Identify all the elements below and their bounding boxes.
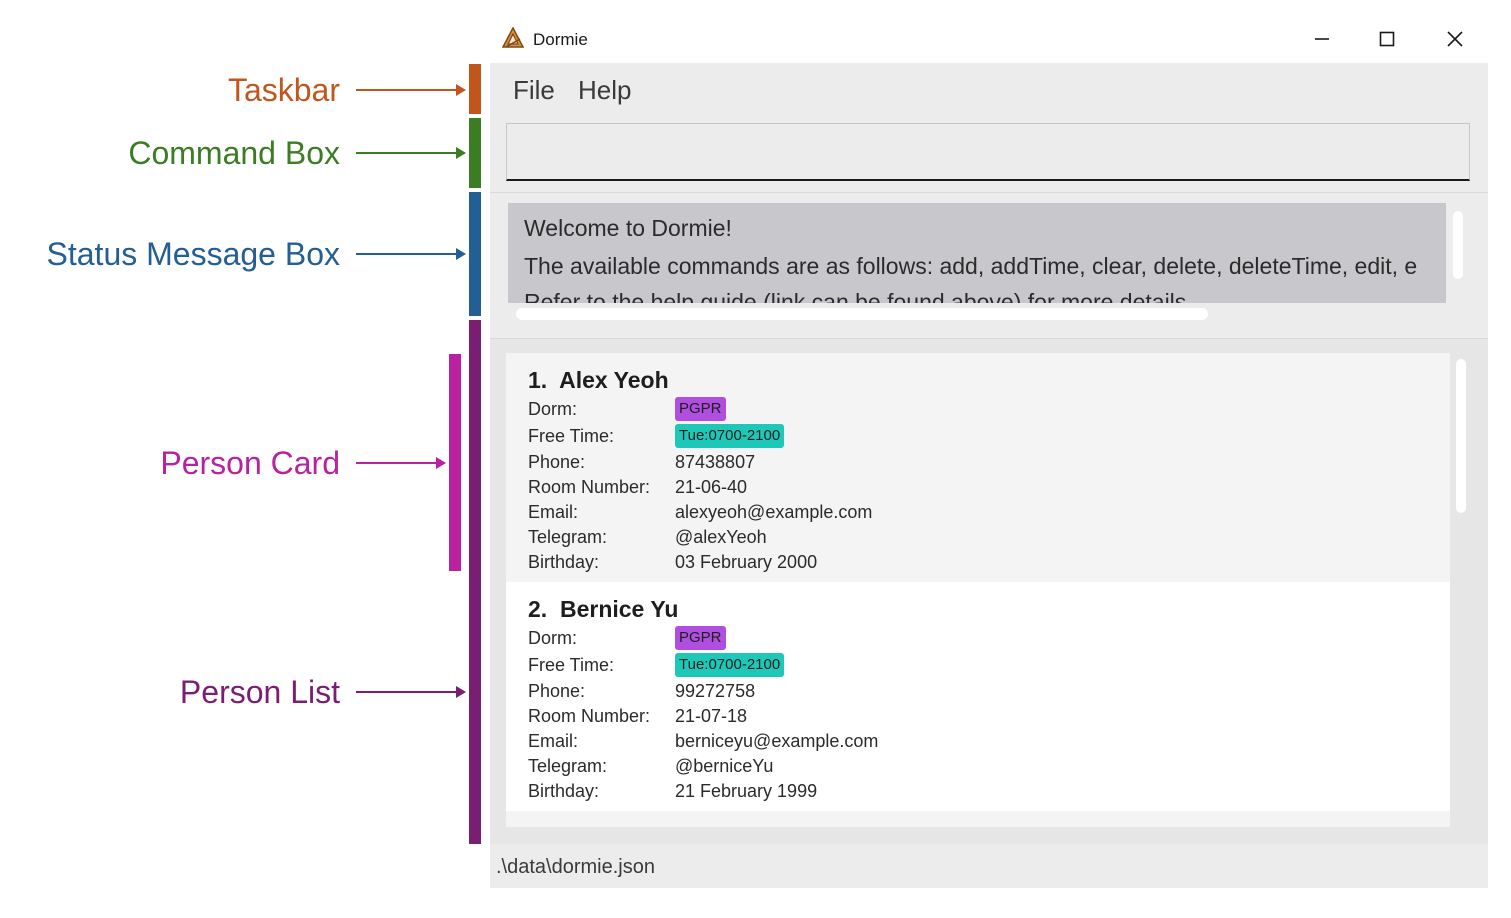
app-window: Dormie File Help Welcome to Dormie! The … xyxy=(490,16,1488,888)
free-time-tag: Tue:0700-2100 xyxy=(675,653,785,677)
person-card[interactable]: 2. Bernice Yu Dorm: PGPR Free Time: Tue:… xyxy=(506,582,1450,811)
annotation-command-box-arrow xyxy=(356,147,466,159)
annotation-status-box-bar xyxy=(469,192,481,316)
data-file-path: .\data\dormie.json xyxy=(496,856,655,878)
birthday-value: 21 February 1999 xyxy=(675,781,818,801)
free-time-tag: Tue:0700-2100 xyxy=(675,424,785,448)
person-index: 2. xyxy=(528,596,548,622)
menu-file[interactable]: File xyxy=(513,75,555,106)
title-bar[interactable]: Dormie xyxy=(490,16,1488,63)
birthday-label: Birthday: xyxy=(528,781,600,801)
phone-value: 87438807 xyxy=(675,452,756,472)
telegram-value: @alexYeoh xyxy=(675,527,767,547)
status-horizontal-scrollbar[interactable] xyxy=(516,308,1208,320)
free-time-label: Free Time: xyxy=(528,426,615,446)
room-value: 21-07-18 xyxy=(675,706,748,726)
phone-value: 99272758 xyxy=(675,681,756,701)
annotation-status-box-arrow xyxy=(356,248,466,260)
email-label: Email: xyxy=(528,731,579,751)
annotation-status-box-label: Status Message Box xyxy=(46,236,340,272)
telegram-value: @berniceYu xyxy=(675,756,774,776)
annotation-person-list-bar xyxy=(469,320,481,844)
free-time-label: Free Time: xyxy=(528,655,615,675)
telegram-label: Telegram: xyxy=(528,756,608,776)
room-label: Room Number: xyxy=(528,477,651,497)
annotation-person-card-arrow xyxy=(356,457,446,469)
dorm-tag: PGPR xyxy=(675,397,726,421)
room-value: 21-06-40 xyxy=(675,477,748,497)
person-list-viewport[interactable]: 1. Alex Yeoh Dorm: PGPR Free Time: Tue:0… xyxy=(506,353,1450,827)
person-list-scrollbar[interactable] xyxy=(1456,359,1466,513)
annotation-person-card-label: Person Card xyxy=(160,445,340,481)
status-line-help: Refer to the help guide (link can be fou… xyxy=(524,289,1193,303)
email-value: alexyeoh@example.com xyxy=(675,502,873,522)
phone-label: Phone: xyxy=(528,452,586,472)
status-line-welcome: Welcome to Dormie! xyxy=(524,215,732,241)
dorm-label: Dorm: xyxy=(528,628,577,648)
phone-label: Phone: xyxy=(528,681,586,701)
annotation-command-box-bar xyxy=(469,118,481,188)
telegram-label: Telegram: xyxy=(528,527,608,547)
birthday-value: 03 February 2000 xyxy=(675,552,818,572)
person-index: 1. xyxy=(528,367,548,393)
dorm-label: Dorm: xyxy=(528,399,577,419)
command-box-area xyxy=(490,116,1488,192)
annotation-command-box-label: Command Box xyxy=(128,135,340,171)
room-label: Room Number: xyxy=(528,706,651,726)
person-name-text: Bernice Yu xyxy=(559,596,679,622)
annotation-person-card-bar xyxy=(449,354,461,571)
person-name: 1. Alex Yeoh xyxy=(528,367,669,394)
email-label: Email: xyxy=(528,502,579,522)
menu-bar: File Help xyxy=(490,63,1488,116)
person-name-text: Alex Yeoh xyxy=(559,367,669,393)
person-card[interactable]: 1. Alex Yeoh Dorm: PGPR Free Time: Tue:0… xyxy=(506,353,1450,582)
dorm-tag: PGPR xyxy=(675,626,726,650)
person-name: 2. Bernice Yu xyxy=(528,596,678,623)
status-line-commands: The available commands are as follows: a… xyxy=(524,253,1418,279)
window-title: Dormie xyxy=(533,30,588,49)
annotation-taskbar-arrow xyxy=(356,84,466,96)
maximize-icon[interactable] xyxy=(1370,24,1404,54)
annotation-taskbar-label: Taskbar xyxy=(227,72,340,108)
annotation-taskbar-bar xyxy=(469,64,481,114)
status-bar-footer: .\data\dormie.json xyxy=(490,844,1488,888)
command-input[interactable] xyxy=(506,123,1470,181)
close-icon[interactable] xyxy=(1438,24,1472,54)
menu-help[interactable]: Help xyxy=(578,75,631,106)
status-message-area: Welcome to Dormie! The available command… xyxy=(490,192,1488,339)
annotation-person-list-arrow xyxy=(356,686,466,698)
app-logo-icon xyxy=(501,26,525,49)
person-list: 1. Alex Yeoh Dorm: PGPR Free Time: Tue:0… xyxy=(490,339,1488,844)
status-message-box[interactable]: Welcome to Dormie! The available command… xyxy=(508,203,1446,303)
status-vertical-scrollbar[interactable] xyxy=(1453,211,1463,279)
annotation-person-list-label: Person List xyxy=(179,674,340,710)
birthday-label: Birthday: xyxy=(528,552,600,572)
email-value: berniceyu@example.com xyxy=(675,731,879,751)
minimize-icon[interactable] xyxy=(1305,24,1339,54)
